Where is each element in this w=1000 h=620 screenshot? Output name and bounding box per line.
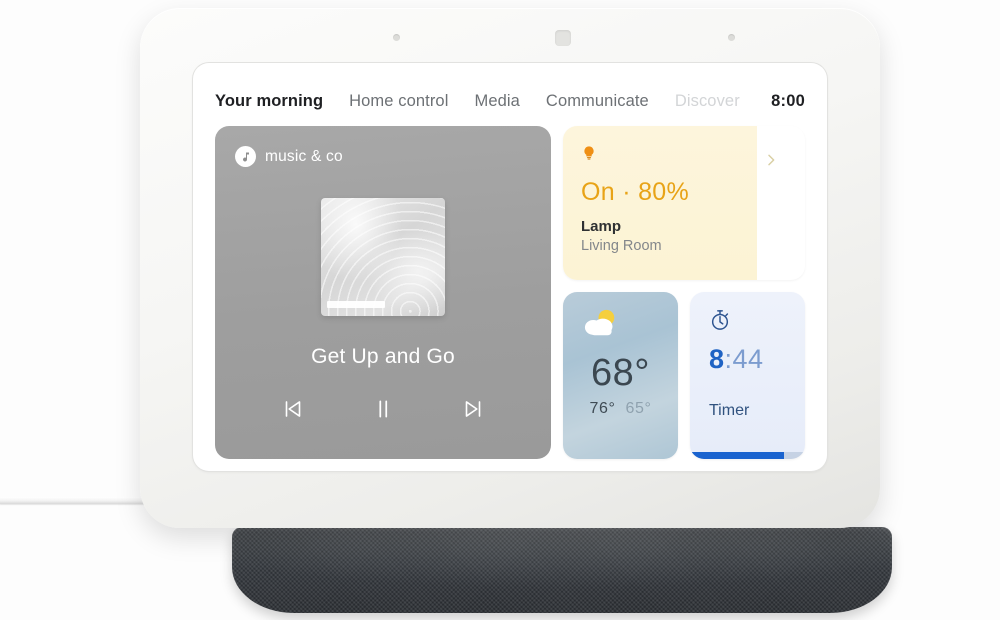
weather-card[interactable]: 68° 76° 65°	[563, 292, 678, 459]
card-grid: music & co Get Up and Go On · 80% Lamp L…	[215, 126, 805, 459]
speaker-base	[232, 527, 892, 613]
screenshot-stage: Your morning Home control Media Communic…	[0, 0, 1000, 620]
timer-seconds: :44	[724, 344, 764, 374]
weather-low: 65°	[625, 400, 652, 417]
tab-home-control[interactable]: Home control	[349, 92, 448, 111]
media-provider-name: music & co	[265, 147, 343, 165]
tab-your-morning[interactable]: Your morning	[215, 92, 323, 111]
clock: 8:00	[771, 91, 805, 110]
timer-time: 8:44	[709, 344, 764, 375]
pause-icon[interactable]	[368, 394, 398, 424]
tab-media[interactable]: Media	[474, 92, 519, 111]
skip-next-icon[interactable]	[458, 394, 488, 424]
tab-communicate[interactable]: Communicate	[546, 92, 649, 111]
track-title: Get Up and Go	[311, 345, 455, 368]
media-card[interactable]: music & co Get Up and Go	[215, 126, 551, 459]
timer-progress-track	[690, 452, 805, 459]
ambient-light-sensor-icon	[555, 30, 571, 46]
timer-minutes: 8	[709, 344, 725, 374]
lamp-card[interactable]: On · 80% Lamp Living Room	[563, 126, 805, 280]
display-screen: Your morning Home control Media Communic…	[193, 63, 827, 471]
timer-label: Timer	[709, 402, 750, 419]
media-provider: music & co	[235, 146, 343, 167]
bottom-card-row: 68° 76° 65° 8:44 Timer	[563, 292, 805, 459]
partly-cloudy-icon	[584, 309, 615, 336]
timer-progress-fill	[690, 452, 785, 459]
weather-temperature: 68°	[591, 352, 650, 394]
lamp-room: Living Room	[581, 238, 662, 254]
album-artwork	[321, 198, 445, 316]
skip-previous-icon[interactable]	[278, 394, 308, 424]
microphone-dot-right-icon	[728, 34, 735, 41]
stopwatch-icon	[711, 310, 729, 330]
media-controls	[215, 394, 551, 424]
timer-card[interactable]: 8:44 Timer	[690, 292, 805, 459]
microphone-dot-left-icon	[393, 34, 400, 41]
tab-discover[interactable]: Discover	[675, 92, 740, 111]
weather-high-low: 76° 65°	[563, 400, 678, 418]
weather-high: 76°	[589, 400, 616, 417]
lightbulb-icon	[584, 146, 594, 160]
lamp-name: Lamp	[581, 218, 622, 235]
chevron-right-icon[interactable]	[763, 152, 779, 168]
smart-display-device: Your morning Home control Media Communic…	[140, 8, 880, 528]
music-note-icon	[235, 146, 256, 167]
top-navigation: Your morning Home control Media Communic…	[193, 81, 827, 121]
lamp-content: On · 80% Lamp Living Room	[563, 126, 805, 280]
lamp-state: On · 80%	[581, 178, 690, 206]
